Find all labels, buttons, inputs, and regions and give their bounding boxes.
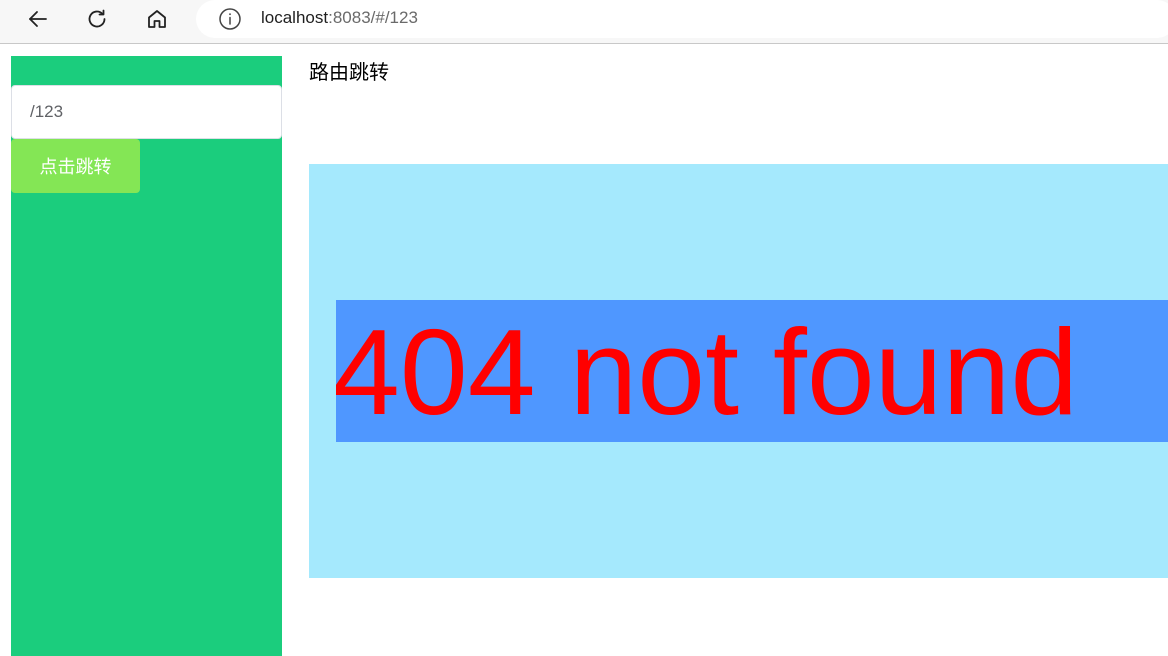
home-icon — [148, 10, 166, 28]
url-text[interactable]: localhost:8083/#/123 — [261, 8, 418, 28]
not-found-text: 404 not found — [336, 304, 1079, 440]
jump-button[interactable]: 点击跳转 — [11, 139, 140, 193]
url-host: localhost — [261, 8, 329, 27]
page-title: 路由跳转 — [309, 60, 389, 84]
back-button[interactable] — [23, 4, 53, 34]
route-input[interactable] — [11, 85, 282, 139]
home-button[interactable] — [142, 4, 172, 34]
address-bar[interactable]: localhost:8083/#/123 — [196, 0, 1168, 38]
url-path: :8083/#/123 — [328, 8, 418, 27]
router-view: 404 not found — [309, 164, 1168, 578]
info-icon[interactable] — [218, 7, 242, 31]
sidebar: 点击跳转 — [11, 56, 282, 656]
reload-button[interactable] — [82, 4, 112, 34]
browser-toolbar: localhost:8083/#/123 — [0, 0, 1168, 44]
reload-icon — [88, 9, 106, 28]
arrow-left-icon — [29, 11, 47, 27]
not-found-banner: 404 not found — [336, 300, 1168, 442]
